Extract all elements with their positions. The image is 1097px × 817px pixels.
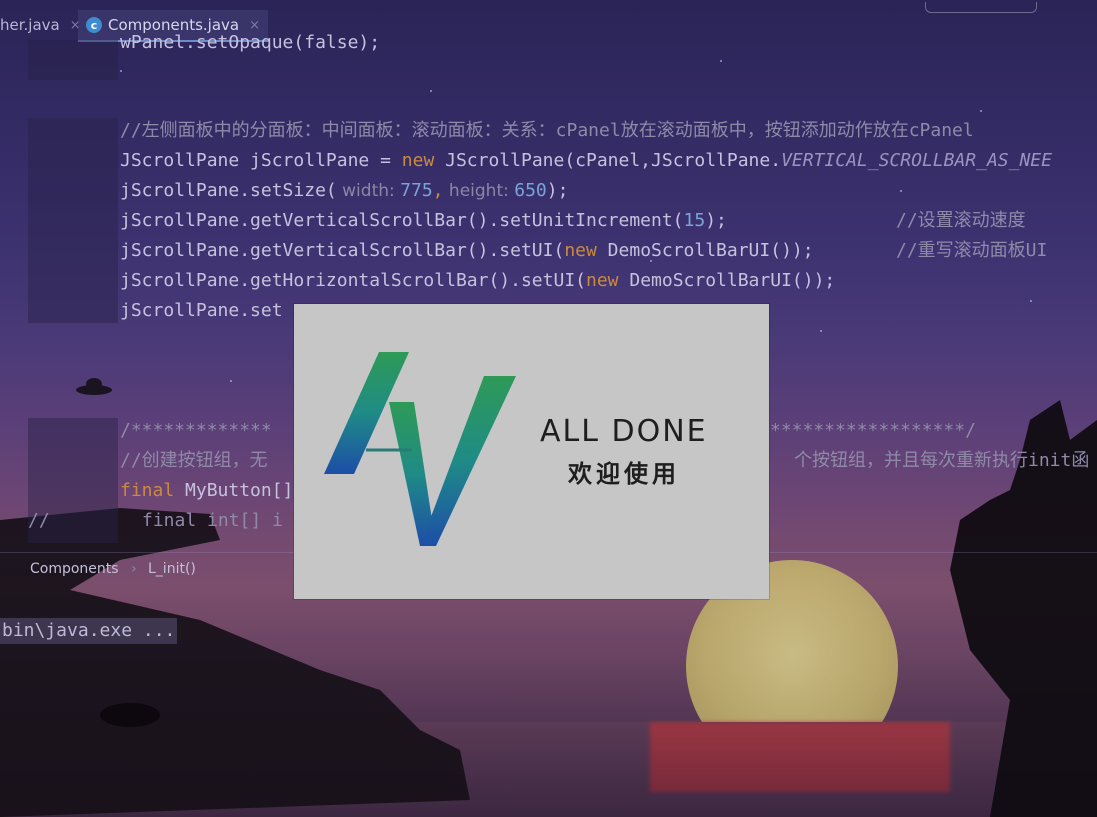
code-line: jScrollPane.getHorizontalScrollBar().set…: [120, 270, 836, 291]
code-line: jScrollPane.setSize( width: 775, height:…: [120, 180, 569, 201]
alldone-logo-icon: [324, 352, 516, 546]
code-comment: //重写滚动面板UI: [896, 240, 1048, 261]
gutter-marker: [28, 40, 118, 80]
code-line: final MyButton[]: [120, 480, 294, 501]
c-class-icon: c: [86, 17, 102, 33]
brand-name: ALL DONE: [540, 414, 708, 449]
code-line: //创建按钮组，无: [120, 450, 268, 471]
tab-label: her.java: [0, 16, 60, 34]
code-line: //: [28, 510, 50, 531]
gutter-marker: [28, 118, 118, 323]
splash-screen: ALL DONE 欢迎使用: [294, 304, 769, 599]
code-comment: //设置滚动速度: [896, 210, 1026, 231]
code-line: jScrollPane.getVerticalScrollBar().setUI…: [120, 240, 814, 261]
breadcrumb-item-class[interactable]: Components: [30, 561, 119, 577]
ufo-icon: [76, 378, 112, 395]
code-line: ******************/: [770, 420, 976, 441]
run-console-output: bin\java.exe ...: [0, 618, 178, 644]
code-line: 个按钮组，并且每次重新执行init函: [794, 450, 1090, 471]
code-line: /*************: [120, 420, 272, 441]
code-line: jScrollPane.getVerticalScrollBar().setUn…: [120, 210, 727, 231]
welcome-text: 欢迎使用: [568, 460, 680, 488]
breadcrumb-separator: ›: [131, 561, 137, 577]
breadcrumb-item-method[interactable]: L_init(): [148, 561, 196, 577]
code-line: jScrollPane.set: [120, 300, 283, 321]
code-line: wPanel.setOpaque(false);: [120, 32, 381, 53]
toolbar-widget[interactable]: [925, 2, 1037, 13]
code-line: JScrollPane jScrollPane = new JScrollPan…: [120, 150, 1052, 171]
tab-launcher-java[interactable]: her.java ×: [0, 10, 89, 40]
sun-reflection: [650, 722, 950, 792]
code-line: final int[] i: [142, 510, 283, 531]
code-line: //左侧面板中的分面板：中间面板：滚动面板：关系：cPanel放在滚动面板中，按…: [120, 120, 974, 141]
